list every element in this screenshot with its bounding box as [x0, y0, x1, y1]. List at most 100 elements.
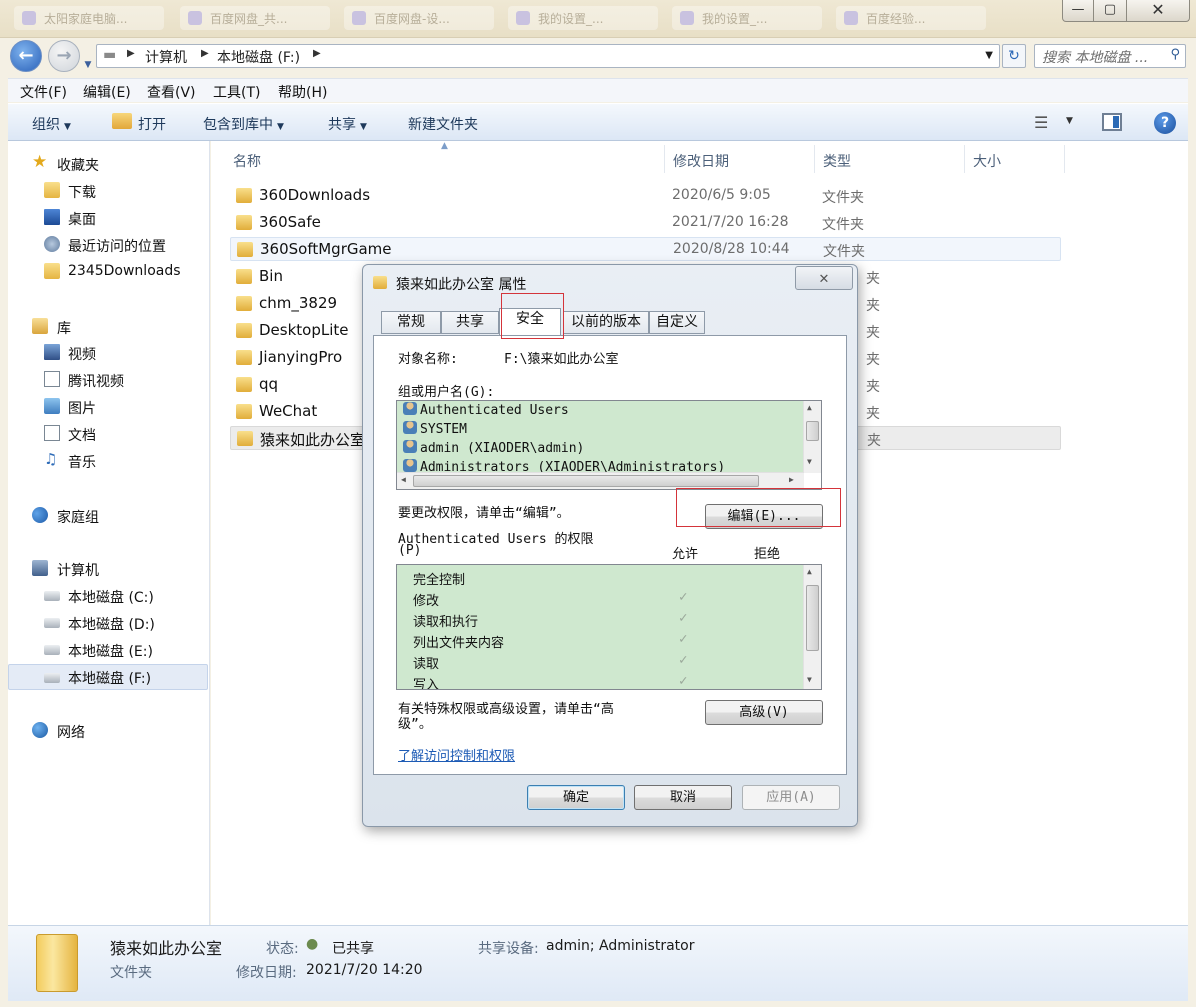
user-list-vscrollbar[interactable]: ▲ ▼ — [803, 401, 821, 473]
minimize-button[interactable]: — — [1062, 0, 1094, 22]
nav-documents[interactable]: 文档 — [8, 421, 208, 447]
tab-customize[interactable]: 自定义 — [649, 311, 705, 334]
new-folder-button[interactable]: 新建文件夹 — [408, 114, 478, 134]
refresh-button[interactable]: ↻ — [1002, 44, 1026, 68]
tab-sharing[interactable]: 共享 — [441, 311, 499, 334]
nav-drive-d[interactable]: 本地磁盘 (D:) — [8, 610, 208, 636]
column-divider[interactable] — [1064, 145, 1065, 173]
views-icon[interactable]: ☰ — [1034, 113, 1048, 132]
tab-previous-versions[interactable]: 以前的版本 — [563, 311, 649, 334]
permissions-vscrollbar[interactable]: ▲ ▼ — [803, 565, 821, 689]
column-type[interactable]: 类型 — [823, 151, 851, 171]
tab-highlight-box — [501, 293, 564, 339]
user-row[interactable]: Authenticated Users — [403, 402, 569, 421]
column-divider[interactable] — [964, 145, 965, 173]
share-label: 共享 — [328, 117, 356, 133]
learn-access-control-link[interactable]: 了解访问控制和权限 — [398, 745, 515, 764]
user-row[interactable]: admin (XIAODER\admin) — [403, 440, 584, 459]
file-row[interactable]: 360Safe 2021/7/20 16:28 文件夹 — [230, 211, 1061, 235]
nav-drive-e[interactable]: 本地磁盘 (E:) — [8, 637, 208, 663]
menu-tools[interactable]: 工具(T) — [213, 82, 260, 102]
scrollbar-thumb[interactable] — [806, 421, 819, 441]
learn-link-text: 了解访问控制和权限 — [398, 749, 516, 764]
search-icon[interactable]: ⚲ — [1170, 47, 1180, 62]
user-name: admin (XIAODER\admin) — [420, 441, 585, 456]
open-button[interactable]: 打开 — [138, 114, 166, 134]
nav-tencent-video[interactable]: 腾讯视频 — [8, 367, 208, 393]
column-size[interactable]: 大小 — [973, 151, 1001, 171]
menu-help[interactable]: 帮助(H) — [278, 82, 327, 102]
user-name: Authenticated Users — [420, 403, 569, 418]
nav-drive-e-label: 本地磁盘 (E:) — [68, 644, 153, 660]
menu-view[interactable]: 查看(V) — [147, 82, 196, 102]
close-window-button[interactable]: ✕ — [1126, 0, 1190, 22]
search-input[interactable]: 搜索 本地磁盘 ... ⚲ — [1034, 44, 1186, 68]
nav-network[interactable]: 网络 — [8, 718, 208, 744]
organize-button[interactable]: 组织 ▼ — [32, 114, 71, 134]
cancel-button[interactable]: 取消 — [634, 785, 732, 810]
library-icon — [32, 318, 48, 334]
tab-general[interactable]: 常规 — [381, 311, 441, 334]
nav-recent-places[interactable]: 最近访问的位置 — [8, 232, 208, 258]
scroll-down-icon[interactable]: ▼ — [807, 457, 812, 466]
maximize-button[interactable]: ▢ — [1093, 0, 1127, 22]
back-button[interactable]: ← — [10, 40, 42, 72]
nav-music[interactable]: ♫ 音乐 — [8, 448, 208, 474]
user-list-hscrollbar[interactable]: ◀ ▶ — [397, 472, 804, 489]
breadcrumb-drive-f[interactable]: 本地磁盘 (F:) — [217, 47, 300, 67]
file-type: 夹 — [866, 352, 880, 368]
menu-edit[interactable]: 编辑(E) — [83, 82, 131, 102]
scroll-left-icon[interactable]: ◀ — [401, 475, 406, 484]
nav-videos[interactable]: 视频 — [8, 340, 208, 366]
forward-button[interactable]: → — [48, 40, 80, 72]
nav-downloads[interactable]: 下载 — [8, 178, 208, 204]
tencent-video-icon — [44, 371, 60, 387]
column-name[interactable]: 名称 — [233, 151, 261, 171]
nav-drive-c[interactable]: 本地磁盘 (C:) — [8, 583, 208, 609]
scrollbar-thumb[interactable] — [806, 585, 819, 651]
folder-icon — [237, 431, 253, 446]
nav-libraries[interactable]: 库 — [8, 314, 208, 340]
address-bar[interactable]: ▬ ▶ 计算机 ▶ 本地磁盘 (F:) ▶ ▼ — [96, 44, 1000, 68]
nav-favorites[interactable]: ★ 收藏夹 — [8, 151, 208, 177]
nav-drive-f[interactable]: 本地磁盘 (F:) — [8, 664, 208, 690]
scroll-right-icon[interactable]: ▶ — [789, 475, 794, 484]
column-divider[interactable] — [664, 145, 665, 173]
column-divider[interactable] — [814, 145, 815, 173]
scrollbar-thumb[interactable] — [413, 475, 759, 487]
scroll-up-icon[interactable]: ▲ — [807, 403, 812, 412]
ok-button[interactable]: 确定 — [527, 785, 625, 810]
chevron-right-icon[interactable]: ▶ — [201, 48, 209, 59]
nav-homegroup[interactable]: 家庭组 — [8, 503, 208, 529]
recent-pages-dropdown[interactable]: ▼ — [82, 50, 94, 70]
nav-pictures[interactable]: 图片 — [8, 394, 208, 420]
permissions-list[interactable]: 完全控制 修改 读取和执行 列出文件夹内容 读取 写入 ✓ ✓ ✓ ✓ ✓ ▲ … — [396, 564, 822, 690]
nav-desktop[interactable]: 桌面 — [8, 205, 208, 231]
nav-computer[interactable]: 计算机 — [8, 556, 208, 582]
preview-pane-icon[interactable] — [1102, 113, 1122, 131]
breadcrumb-computer[interactable]: 计算机 — [145, 47, 187, 67]
chevron-right-icon[interactable]: ▶ — [127, 48, 135, 59]
group-list-label: 组或用户名(G): — [398, 385, 495, 400]
check-icon: ✓ — [679, 610, 688, 626]
file-row[interactable]: 360Downloads 2020/6/5 9:05 文件夹 — [230, 184, 1061, 208]
menu-file[interactable]: 文件(F) — [20, 82, 67, 102]
help-icon[interactable]: ? — [1154, 112, 1176, 134]
share-button[interactable]: 共享 ▼ — [328, 114, 367, 134]
apply-button[interactable]: 应用(A) — [742, 785, 840, 810]
nav-2345downloads[interactable]: 2345Downloads — [8, 259, 208, 285]
scroll-down-icon[interactable]: ▼ — [807, 675, 812, 684]
file-row[interactable]: 360SoftMgrGame 2020/8/28 10:44 文件夹 — [230, 237, 1061, 261]
user-list[interactable]: Authenticated Users SYSTEM admin (XIAODE… — [396, 400, 822, 490]
permission-name: 读取 — [413, 657, 440, 672]
network-icon — [32, 722, 48, 738]
chevron-right-icon[interactable]: ▶ — [313, 48, 321, 59]
advanced-button[interactable]: 高级(V) — [705, 700, 823, 725]
column-modified[interactable]: 修改日期 — [673, 151, 729, 171]
user-row[interactable]: SYSTEM — [403, 421, 467, 440]
chevron-down-icon[interactable]: ▼ — [1066, 116, 1073, 126]
address-dropdown-icon[interactable]: ▼ — [985, 50, 993, 61]
dialog-close-button[interactable]: ✕ — [795, 266, 853, 290]
scroll-up-icon[interactable]: ▲ — [807, 567, 812, 576]
include-in-library-button[interactable]: 包含到库中 ▼ — [203, 114, 284, 134]
